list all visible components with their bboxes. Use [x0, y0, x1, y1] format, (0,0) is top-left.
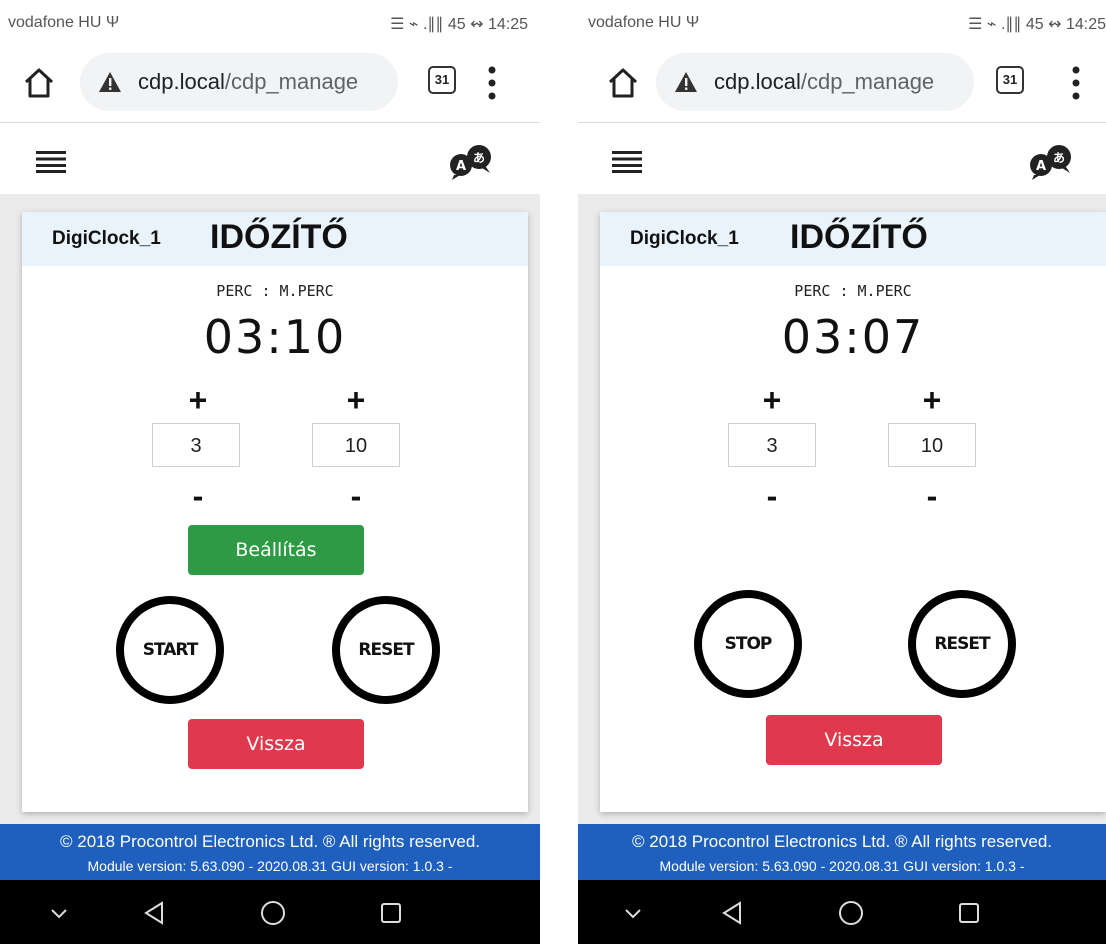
- version-text: Module version: 5.63.090 - 2020.08.31 GU…: [659, 858, 1025, 874]
- more-menu-icon[interactable]: [1072, 66, 1080, 100]
- app-header: Aあ: [578, 122, 1106, 195]
- page-content: DigiClock_1 IDŐZÍTŐ PERC : M.PERC 03:10 …: [0, 194, 540, 824]
- warning-icon: [99, 72, 121, 92]
- clock: 14:25: [1065, 16, 1106, 33]
- seconds-input[interactable]: 10: [312, 423, 400, 467]
- phone-screen-left: vodafone HU Ψ ☰ ⌁ .∥∥ 45 ↭ 14:25 cdp.loc…: [0, 0, 540, 944]
- back-icon[interactable]: [718, 898, 748, 928]
- page-title: IDŐZÍTŐ: [210, 218, 348, 256]
- back-icon[interactable]: [140, 898, 170, 928]
- timer-card: DigiClock_1 IDŐZÍTŐ PERC : M.PERC 03:10 …: [22, 212, 528, 812]
- page-footer: © 2018 Procontrol Electronics Ltd. ® All…: [578, 824, 1106, 880]
- status-bar: vodafone HU Ψ ☰ ⌁ .∥∥ 45 ↭ 14:25: [578, 0, 1106, 46]
- back-button[interactable]: Vissza: [766, 715, 942, 765]
- status-bar: vodafone HU Ψ ☰ ⌁ .∥∥ 45 ↭ 14:25: [0, 0, 540, 46]
- tab-switcher-button[interactable]: 31: [996, 66, 1024, 94]
- minutes-decrement-button[interactable]: -: [752, 478, 792, 515]
- chevron-down-icon[interactable]: [44, 898, 74, 928]
- recents-icon[interactable]: [376, 898, 406, 928]
- copyright-text: © 2018 Procontrol Electronics Ltd. ® All…: [631, 832, 1053, 851]
- url-path: /cdp_manage: [224, 69, 359, 94]
- language-icon[interactable]: Aあ: [1028, 143, 1074, 181]
- time-format-label: PERC : M.PERC: [794, 282, 912, 300]
- tab-switcher-button[interactable]: 31: [428, 66, 456, 94]
- seconds-increment-button[interactable]: +: [912, 382, 952, 419]
- page-content: DigiClock_1 IDŐZÍTŐ PERC : M.PERC 03:07 …: [578, 194, 1106, 824]
- home-nav-icon[interactable]: [258, 898, 288, 928]
- carrier-label: vodafone HU Ψ: [8, 14, 120, 31]
- home-nav-icon[interactable]: [836, 898, 866, 928]
- carrier-label: vodafone HU Ψ: [588, 14, 700, 31]
- device-name: DigiClock_1: [52, 228, 161, 249]
- stop-button[interactable]: STOP: [694, 590, 802, 698]
- chevron-down-icon[interactable]: [618, 898, 648, 928]
- status-icons: ☰ ⌁ .∥∥ 45 ↭ 14:25: [968, 14, 1106, 34]
- timer-card: DigiClock_1 IDŐZÍTŐ PERC : M.PERC 03:07 …: [600, 212, 1106, 812]
- reset-button[interactable]: RESET: [908, 590, 1016, 698]
- url-path: /cdp_manage: [800, 69, 935, 94]
- timer-display: 03:07: [781, 310, 925, 364]
- card-header: DigiClock_1 IDŐZÍTŐ: [600, 212, 1106, 266]
- address-bar[interactable]: cdp.local/cdp_manage: [80, 53, 398, 111]
- minutes-decrement-button[interactable]: -: [178, 478, 218, 515]
- seconds-increment-button[interactable]: +: [336, 382, 376, 419]
- minutes-increment-button[interactable]: +: [752, 382, 792, 419]
- home-icon[interactable]: [22, 66, 56, 100]
- reset-button[interactable]: RESET: [332, 596, 440, 704]
- hamburger-menu-icon[interactable]: [36, 151, 66, 173]
- svg-text:A: A: [1036, 159, 1046, 174]
- start-button[interactable]: START: [116, 596, 224, 704]
- app-header: Aあ: [0, 122, 540, 195]
- set-button[interactable]: Beállítás: [188, 525, 364, 575]
- system-nav-bar: [578, 880, 1106, 944]
- device-name: DigiClock_1: [630, 228, 739, 249]
- phone-screen-right: vodafone HU Ψ ☰ ⌁ .∥∥ 45 ↭ 14:25 cdp.loc…: [578, 0, 1106, 944]
- minutes-input[interactable]: 3: [152, 423, 240, 467]
- seconds-decrement-button[interactable]: -: [336, 478, 376, 515]
- seconds-decrement-button[interactable]: -: [912, 478, 952, 515]
- minutes-input[interactable]: 3: [728, 423, 816, 467]
- clock: 14:25: [487, 16, 528, 33]
- system-nav-bar: [0, 880, 540, 944]
- status-icons-text: ☰ ⌁ .∥∥ 45 ↭: [968, 16, 1062, 33]
- warning-icon: [675, 72, 697, 92]
- browser-toolbar: cdp.local/cdp_manage 31: [578, 46, 1106, 120]
- seconds-input[interactable]: 10: [888, 423, 976, 467]
- url-host: cdp.local: [714, 69, 801, 94]
- hamburger-menu-icon[interactable]: [612, 151, 642, 173]
- more-menu-icon[interactable]: [488, 66, 496, 100]
- minutes-increment-button[interactable]: +: [178, 382, 218, 419]
- svg-text:あ: あ: [473, 151, 485, 165]
- svg-text:あ: あ: [1053, 151, 1065, 165]
- card-header: DigiClock_1 IDŐZÍTŐ: [22, 212, 528, 266]
- svg-text:A: A: [456, 159, 466, 174]
- copyright-text: © 2018 Procontrol Electronics Ltd. ® All…: [59, 832, 481, 851]
- version-text: Module version: 5.63.090 - 2020.08.31 GU…: [87, 858, 453, 874]
- timer-display: 03:10: [203, 310, 347, 364]
- url-host: cdp.local: [138, 69, 225, 94]
- recents-icon[interactable]: [954, 898, 984, 928]
- page-title: IDŐZÍTŐ: [790, 218, 928, 256]
- time-format-label: PERC : M.PERC: [216, 282, 334, 300]
- page-footer: © 2018 Procontrol Electronics Ltd. ® All…: [0, 824, 540, 880]
- status-icons: ☰ ⌁ .∥∥ 45 ↭ 14:25: [390, 14, 528, 34]
- browser-toolbar: cdp.local/cdp_manage 31: [0, 46, 540, 120]
- home-icon[interactable]: [606, 66, 640, 100]
- back-button[interactable]: Vissza: [188, 719, 364, 769]
- language-icon[interactable]: Aあ: [448, 143, 494, 181]
- status-icons-text: ☰ ⌁ .∥∥ 45 ↭: [390, 16, 484, 33]
- address-bar[interactable]: cdp.local/cdp_manage: [656, 53, 974, 111]
